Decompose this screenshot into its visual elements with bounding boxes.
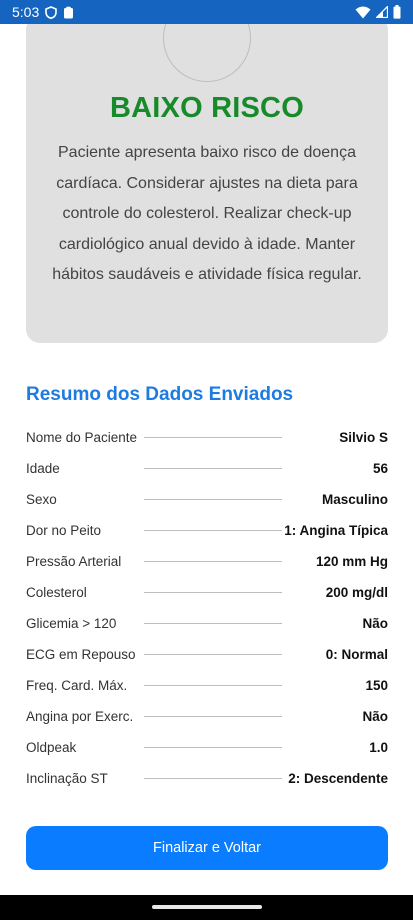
summary-row-cholesterol: Colesterol 200 mg/dl: [26, 577, 388, 608]
status-time: 5:03: [12, 4, 40, 20]
row-label: Inclinação ST: [26, 771, 108, 786]
row-value: Não: [362, 709, 388, 724]
system-nav-bar: [0, 895, 413, 920]
summary-row-oldpeak: Oldpeak 1.0: [26, 732, 388, 763]
row-value: 0: Normal: [325, 647, 388, 662]
row-value: 200 mg/dl: [325, 585, 388, 600]
risk-indicator-circle: [163, 24, 251, 82]
summary-row-chest-pain: Dor no Peito 1: Angina Típica: [26, 515, 388, 546]
row-divider: [144, 623, 282, 624]
row-label: Colesterol: [26, 585, 87, 600]
row-label: Dor no Peito: [26, 523, 102, 538]
risk-result-card: BAIXO RISCO Paciente apresenta baixo ris…: [26, 24, 388, 343]
row-value: 1.0: [369, 740, 388, 755]
summary-row-glucose: Glicemia > 120 Não: [26, 608, 388, 639]
row-divider: [144, 654, 282, 655]
risk-recommendation-text: Paciente apresenta baixo risco de doença…: [52, 144, 362, 283]
row-label: Freq. Card. Máx.: [26, 678, 128, 693]
row-value: 1: Angina Típica: [284, 523, 388, 538]
status-right: [355, 5, 401, 19]
row-divider: [144, 437, 282, 438]
row-divider: [144, 778, 282, 779]
summary-list: Nome do Paciente Silvio S Idade 56 Sexo …: [26, 422, 388, 794]
row-divider: [144, 747, 282, 748]
row-label: Nome do Paciente: [26, 430, 138, 445]
row-divider: [144, 561, 282, 562]
summary-row-patient-name: Nome do Paciente Silvio S: [26, 422, 388, 453]
row-label: Oldpeak: [26, 740, 77, 755]
row-value: Não: [362, 616, 388, 631]
row-value: 2: Descendente: [288, 771, 388, 786]
row-value: Masculino: [321, 492, 388, 507]
row-divider: [144, 716, 282, 717]
row-label: Angina por Exerc.: [26, 709, 134, 724]
summary-row-exercise-angina: Angina por Exerc. Não: [26, 701, 388, 732]
row-divider: [144, 530, 282, 531]
row-label: Sexo: [26, 492, 57, 507]
summary-row-max-heart-rate: Freq. Card. Máx. 150: [26, 670, 388, 701]
row-divider: [144, 592, 282, 593]
status-bar: 5:03: [0, 0, 413, 24]
signal-icon: [376, 6, 388, 18]
battery-icon: [393, 5, 401, 19]
row-label: Pressão Arterial: [26, 554, 122, 569]
row-label: Idade: [26, 461, 60, 476]
home-gesture-handle[interactable]: [152, 905, 262, 909]
vpn-shield-icon: [45, 5, 58, 19]
row-value: 150: [365, 678, 388, 693]
wifi-icon: [355, 6, 371, 19]
risk-level-title: BAIXO RISCO: [110, 92, 304, 124]
summary-row-sex: Sexo Masculino: [26, 484, 388, 515]
summary-row-st-slope: Inclinação ST 2: Descendente: [26, 763, 388, 794]
row-value: Silvio S: [339, 430, 388, 445]
row-divider: [144, 685, 282, 686]
clipboard-icon: [63, 6, 74, 19]
result-screen[interactable]: BAIXO RISCO Paciente apresenta baixo ris…: [0, 24, 413, 895]
row-value: 56: [372, 461, 388, 476]
row-divider: [144, 499, 282, 500]
status-left: 5:03: [12, 4, 74, 20]
summary-row-resting-ecg: ECG em Repouso 0: Normal: [26, 639, 388, 670]
summary-row-blood-pressure: Pressão Arterial 120 mm Hg: [26, 546, 388, 577]
row-label: ECG em Repouso: [26, 647, 136, 662]
row-divider: [144, 468, 282, 469]
finish-and-return-button[interactable]: Finalizar e Voltar: [26, 826, 388, 870]
summary-section-title: Resumo dos Dados Enviados: [26, 384, 294, 405]
row-value: 120 mm Hg: [315, 554, 388, 569]
row-label: Glicemia > 120: [26, 616, 117, 631]
summary-row-age: Idade 56: [26, 453, 388, 484]
